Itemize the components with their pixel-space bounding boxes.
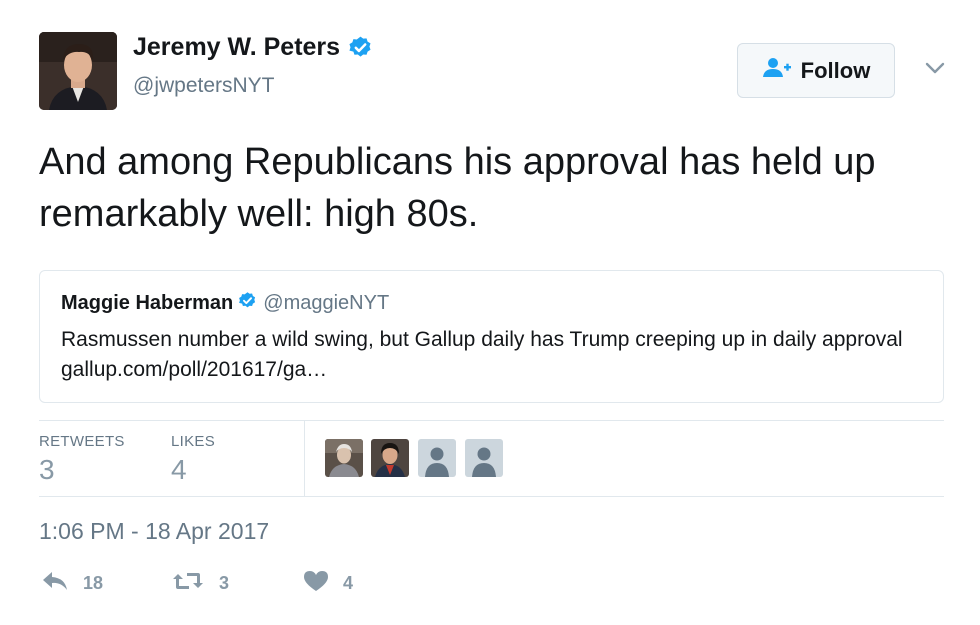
- quoted-tweet-body: Rasmussen number a wild swing, but Gallu…: [61, 325, 921, 385]
- quoted-tweet-header: Maggie Haberman @maggieNYT: [61, 291, 923, 316]
- divider: [39, 420, 944, 421]
- retweet-count: 3: [219, 573, 230, 593]
- likes-value: 4: [171, 454, 187, 485]
- reply-button[interactable]: 18: [41, 570, 103, 597]
- chevron-down-icon[interactable]: [924, 60, 946, 81]
- liker-avatar[interactable]: [371, 439, 409, 477]
- verified-badge-icon: [348, 35, 373, 60]
- tweet-timestamp[interactable]: 1:06 PM - 18 Apr 2017: [39, 518, 269, 545]
- author-name-row[interactable]: Jeremy W. Peters: [133, 33, 373, 62]
- quoted-author-handle: @maggieNYT: [263, 292, 390, 314]
- tweet-text: And among Republicans his approval has h…: [39, 141, 876, 235]
- divider: [39, 496, 944, 497]
- author-handle[interactable]: @jwpetersNYT: [133, 74, 275, 98]
- retweets-value: 3: [39, 454, 55, 485]
- quoted-tweet-link[interactable]: gallup.com/poll/201617/ga…: [61, 358, 327, 381]
- retweet-button[interactable]: 3: [171, 570, 229, 597]
- liker-avatar[interactable]: [325, 439, 363, 477]
- follow-user-icon: [762, 57, 792, 85]
- follow-button-label: Follow: [800, 57, 871, 83]
- verified-badge-icon: [238, 291, 257, 316]
- quoted-author-name: Maggie Haberman: [61, 292, 234, 314]
- retweets-label: RETWEETS: [39, 433, 125, 450]
- like-button[interactable]: 4: [303, 570, 353, 597]
- quoted-tweet-card[interactable]: Maggie Haberman @maggieNYT Rasmussen num…: [39, 270, 944, 403]
- reply-icon: [41, 570, 69, 597]
- stats-separator: [304, 421, 305, 497]
- likes-label: LIKES: [171, 433, 216, 450]
- retweets-stat[interactable]: RETWEETS 3: [39, 433, 125, 486]
- retweet-icon: [171, 570, 205, 597]
- likes-stat[interactable]: LIKES 4: [171, 433, 215, 486]
- default-avatar-icon[interactable]: [418, 439, 456, 477]
- follow-button[interactable]: Follow: [737, 43, 895, 98]
- quoted-tweet-text: Rasmussen number a wild swing, but Gallu…: [61, 328, 903, 351]
- author-name[interactable]: Jeremy W. Peters: [133, 33, 340, 62]
- default-avatar-icon[interactable]: [465, 439, 503, 477]
- like-count: 4: [343, 573, 354, 593]
- heart-icon: [303, 570, 329, 597]
- author-avatar[interactable]: [39, 32, 117, 110]
- reply-count: 18: [83, 573, 104, 593]
